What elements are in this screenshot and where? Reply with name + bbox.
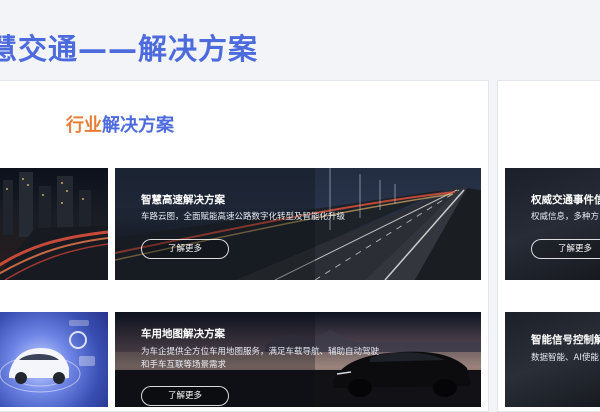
card-title: 智能信号控制解 — [531, 334, 600, 346]
car-hud-image — [0, 312, 108, 407]
traffic-event-card[interactable]: 权威交通事件信 权威信息，多种方 了解更多 — [505, 168, 600, 280]
section-heading: 行业解决方案 — [66, 111, 174, 137]
city-night-image — [0, 168, 108, 280]
card-description-line-1: 为车企提供全方位车用地图服务，满足车载导航、辅助自动驾驶 — [141, 347, 380, 357]
card-description: 权威信息，多种方 — [531, 212, 600, 222]
learn-more-button[interactable]: 了解更多 — [141, 239, 229, 259]
city-night-illustration — [0, 172, 108, 280]
signal-control-card[interactable]: 智能信号控制解 数据智能、AI使能 — [505, 312, 600, 407]
highway-illustration — [115, 168, 481, 280]
card-title: 车用地图解决方案 — [141, 328, 225, 340]
map-solution-card[interactable]: 车用地图解决方案 为车企提供全方位车用地图服务，满足车载导航、辅助自动驾驶 和手… — [115, 312, 481, 407]
learn-more-button[interactable]: 了解更多 — [141, 386, 229, 406]
card-description: 车路云图，全面赋能高速公路数字化转型及智能化升级 — [141, 212, 346, 222]
card-description-line-2: 和手车互联等场景需求 — [141, 360, 227, 370]
section-heading-accent: 行业 — [66, 115, 102, 136]
card-title: 权威交通事件信 — [531, 194, 600, 206]
card-description: 数据智能、AI使能 — [531, 353, 599, 363]
highway-card[interactable]: 智慧高速解决方案 车路云图，全面赋能高速公路数字化转型及智能化升级 了解更多 — [115, 168, 481, 280]
page-title: 慧交通——解决方案 — [0, 32, 259, 66]
car-hud-illustration — [0, 320, 95, 393]
section-heading-rest: 解决方案 — [102, 115, 174, 136]
learn-more-button[interactable]: 了解更多 — [531, 239, 600, 259]
card-title: 智慧高速解决方案 — [141, 194, 225, 206]
